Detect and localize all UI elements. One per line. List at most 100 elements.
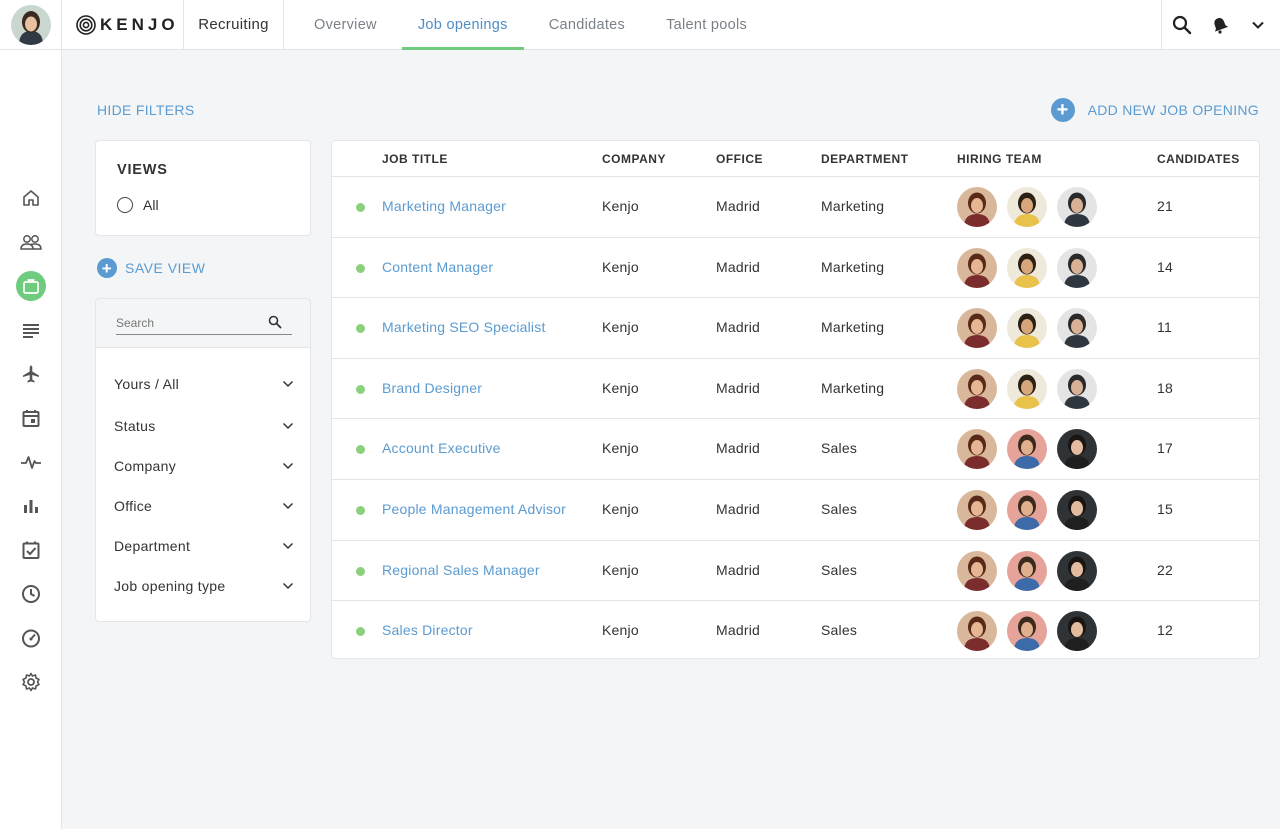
sidebar-item-settings[interactable] [16, 667, 46, 697]
job-title-link[interactable]: Account Executive [382, 440, 501, 456]
add-new-job-opening-button[interactable]: + ADD NEW JOB OPENING [1050, 98, 1259, 122]
avatar[interactable] [1007, 368, 1047, 409]
table-row[interactable]: Brand Designer Kenjo Madrid Marketing 18 [332, 359, 1259, 420]
table-row[interactable]: Regional Sales Manager Kenjo Madrid Sales 22 [332, 541, 1259, 602]
sidebar-item-people[interactable] [16, 227, 46, 257]
column-header-department[interactable]: DEPARTMENT [821, 152, 908, 166]
filters-panel: Yours / All Status Company Office Depart… [95, 347, 311, 622]
sidebar-item-reports[interactable] [16, 491, 46, 521]
avatar[interactable] [1057, 550, 1097, 591]
avatar[interactable] [1007, 308, 1047, 349]
filter-label: Department [114, 538, 191, 554]
tab-talent-pools[interactable]: Talent pools [650, 0, 763, 49]
avatar[interactable] [1007, 490, 1047, 530]
avatar[interactable] [957, 308, 997, 349]
column-header-office[interactable]: OFFICE [716, 152, 763, 166]
plus-icon: + [97, 258, 117, 278]
bar-chart-icon [24, 500, 38, 513]
sidebar-item-attendance[interactable] [16, 579, 46, 609]
view-option-all[interactable]: All [117, 197, 159, 213]
tab-overview[interactable]: Overview [298, 0, 393, 49]
table-row[interactable]: People Management Advisor Kenjo Madrid Sale… [332, 480, 1259, 541]
sidebar-item-documents[interactable] [16, 315, 46, 345]
save-view-button[interactable]: + SAVE VIEW [97, 258, 205, 278]
job-title-link[interactable]: Marketing SEO Specialist [382, 319, 546, 335]
office-cell: Madrid [716, 379, 760, 396]
candidates-count: 22 [1157, 561, 1173, 578]
search-icon[interactable] [1170, 13, 1194, 37]
home-icon [23, 190, 39, 206]
avatar[interactable] [1007, 247, 1047, 288]
sidebar-item-tasks[interactable] [16, 535, 46, 565]
hide-filters-button[interactable]: HIDE FILTERS [97, 102, 194, 118]
kenjo-logo[interactable]: KENJO [62, 0, 184, 49]
search-input[interactable] [116, 311, 292, 335]
avatar[interactable] [1057, 308, 1097, 349]
status-dot-icon [356, 566, 365, 576]
job-title-link[interactable]: Brand Designer [382, 380, 482, 396]
filter-office[interactable]: Office [114, 498, 294, 514]
office-cell: Madrid [716, 561, 760, 578]
chevron-down-icon [282, 422, 294, 430]
avatar[interactable] [1057, 187, 1097, 227]
filter-company[interactable]: Company [114, 458, 294, 474]
clock-icon [22, 585, 40, 603]
add-job-label: ADD NEW JOB OPENING [1087, 102, 1259, 118]
avatar[interactable] [1057, 247, 1097, 288]
table-row[interactable]: Sales Director Kenjo Madrid Sales 12 [332, 601, 1259, 662]
job-title-link[interactable]: Regional Sales Manager [382, 562, 540, 578]
status-dot-icon [356, 263, 365, 273]
tab-job-openings[interactable]: Job openings [401, 0, 524, 50]
hiring-team [957, 247, 1097, 288]
filter-status[interactable]: Status [114, 418, 294, 434]
user-avatar[interactable] [10, 4, 51, 45]
column-header-job-title[interactable]: JOB TITLE [382, 152, 448, 166]
avatar[interactable] [1057, 368, 1097, 409]
table-row[interactable]: Marketing Manager Kenjo Madrid Marketing 21 [332, 177, 1259, 238]
sidebar-item-time-off[interactable] [16, 359, 46, 389]
avatar[interactable] [957, 611, 997, 652]
avatar[interactable] [957, 429, 997, 470]
job-title-link[interactable]: Content Manager [382, 259, 493, 275]
module-name[interactable]: Recruiting [184, 0, 284, 49]
sidebar-item-home[interactable] [16, 183, 46, 213]
sidebar-item-pulse[interactable] [16, 447, 46, 477]
hiring-team [957, 308, 1097, 349]
search-icon[interactable] [268, 315, 282, 329]
avatar[interactable] [957, 187, 997, 227]
avatar[interactable] [1007, 550, 1047, 591]
filter-yours-all[interactable]: Yours / All [114, 376, 294, 392]
avatar[interactable] [1057, 429, 1097, 470]
company-cell: Kenjo [602, 501, 639, 517]
job-title-link[interactable]: People Management Advisor [382, 501, 566, 517]
job-title-link[interactable]: Sales Director [382, 622, 473, 638]
avatar[interactable] [1057, 490, 1097, 530]
filter-department[interactable]: Department [114, 538, 294, 554]
sidebar-item-performance[interactable] [16, 623, 46, 653]
table-row[interactable]: Account Executive Kenjo Madrid Sales 17 [332, 419, 1259, 480]
chevron-down-icon [282, 462, 294, 470]
table-row[interactable]: Marketing SEO Specialist Kenjo Madrid Marke… [332, 298, 1259, 359]
notifications-icon[interactable] [1208, 13, 1232, 37]
avatar[interactable] [957, 490, 997, 530]
sidebar-item-recruiting[interactable] [16, 271, 46, 301]
avatar[interactable] [1007, 429, 1047, 470]
avatar[interactable] [1007, 611, 1047, 652]
chevron-down-icon[interactable] [1246, 13, 1270, 37]
filter-job-opening-type[interactable]: Job opening type [114, 578, 294, 594]
candidates-count: 12 [1157, 622, 1173, 639]
avatar[interactable] [957, 247, 997, 288]
column-header-company[interactable]: COMPANY [602, 152, 666, 166]
chevron-down-icon [282, 582, 294, 590]
column-header-candidates[interactable]: CANDIDATES [1157, 152, 1240, 166]
avatar[interactable] [1057, 611, 1097, 652]
sidebar-item-calendar[interactable] [16, 403, 46, 433]
avatar[interactable] [957, 550, 997, 591]
tab-candidates[interactable]: Candidates [533, 0, 641, 49]
avatar[interactable] [957, 368, 997, 409]
topbar-actions [1161, 0, 1280, 49]
avatar[interactable] [1007, 187, 1047, 227]
column-header-hiring-team[interactable]: HIRING TEAM [957, 152, 1042, 166]
table-row[interactable]: Content Manager Kenjo Madrid Marketing 14 [332, 238, 1259, 299]
job-title-link[interactable]: Marketing Manager [382, 198, 506, 214]
